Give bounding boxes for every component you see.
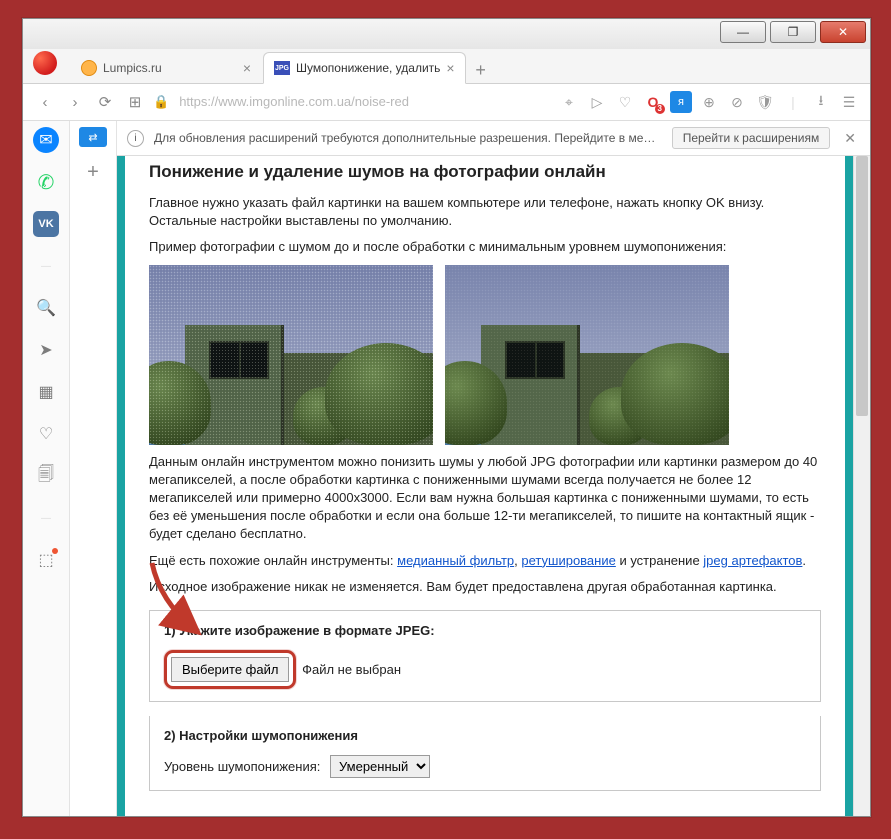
tab-strip: Lumpics.ru × JPG Шумопонижение, удалить … [23,49,870,84]
tab-close-icon[interactable]: × [243,60,251,76]
choose-file-button[interactable]: Выберите файл [171,657,289,682]
favicon-imgonline: JPG [274,61,290,75]
nav-back-button[interactable]: ‹ [33,90,57,114]
translate-panel-icon[interactable]: ⇄ [79,127,107,147]
messenger-icon[interactable]: ✉ [33,127,59,153]
tab-close-icon[interactable]: × [446,60,454,76]
url-field[interactable]: 🔒https://www.imgonline.com.ua/noise-red [153,94,552,110]
bookmark-heart-icon[interactable]: ♡ [614,91,636,113]
easy-setup-icon[interactable]: ☰ [838,91,860,113]
window-titlebar: — ❐ ✕ [23,19,870,49]
translate-extension-icon[interactable]: я [670,91,692,113]
tab-lumpics[interactable]: Lumpics.ru × [71,53,261,83]
adblock-icon[interactable]: ⊘ [726,91,748,113]
bookmarks-icon[interactable]: ♡ [33,421,59,447]
flow-send-icon[interactable]: ➤ [33,337,59,363]
step1-title: 1) Укажите изображение в формате JPEG: [164,623,806,638]
link-retouch[interactable]: ретуширование [521,553,615,568]
example-caption: Пример фотографии с шумом до и после обр… [149,238,821,256]
noise-level-label: Уровень шумопонижения: [164,759,324,774]
tab-title: Lumpics.ru [103,61,162,75]
no-file-label: Файл не выбран [302,662,401,677]
search-icon[interactable]: 🔍 [33,295,59,321]
separator: | [782,91,804,113]
nav-reload-button[interactable]: ⟳ [93,90,117,114]
intro-paragraph: Главное нужно указать файл картинки на в… [149,194,821,230]
opera-menu-button[interactable] [33,51,57,75]
description-paragraph: Данным онлайн инструментом можно понизит… [149,453,821,544]
infobar-close-icon[interactable]: ✕ [840,130,860,147]
extensions-icon[interactable]: ⬚ [33,547,59,573]
page-left-border [117,156,125,816]
window-maximize-button[interactable]: ❐ [770,21,816,43]
shield-icon[interactable]: 🛡 [754,91,776,113]
new-tab-button[interactable]: + [468,57,494,83]
sidebar-mid: ⇄ + [70,121,117,816]
notification-badge: 3 [655,104,665,114]
link-jpeg-artifacts[interactable]: jpeg артефактов [703,553,802,568]
browser-window: — ❐ ✕ Lumpics.ru × JPG Шумопонижение, уд… [22,18,871,817]
news-icon[interactable]: 🗐 [33,463,59,489]
related-tools-paragraph: Ещё есть похожие онлайн инструменты: мед… [149,552,821,570]
example-images-row [149,265,821,445]
page-area: i Для обновления расширений требуются до… [117,121,870,816]
snapshot-icon[interactable]: ⌖ [558,91,580,113]
opera-extension-icon[interactable]: O3 [642,91,664,113]
nav-forward-button[interactable]: › [63,90,87,114]
page-title: Понижение и удаление шумов на фотографии… [149,162,821,182]
note-paragraph: Исходное изображение никак не изменяется… [149,578,821,596]
address-bar: ‹ › ⟳ ⊞ 🔒https://www.imgonline.com.ua/no… [23,84,870,121]
tab-imgonline[interactable]: JPG Шумопонижение, удалить × [263,52,466,84]
vk-icon[interactable]: VK [33,211,59,237]
example-after-image [445,265,729,445]
example-before-image [149,265,433,445]
step1-box: 1) Укажите изображение в формате JPEG: В… [149,610,821,702]
downloads-icon[interactable]: ⭳ [810,91,832,113]
page-content: Понижение и удаление шумов на фотографии… [125,156,845,816]
step2-title: 2) Настройки шумопонижения [164,728,806,743]
extension-update-infobar: i Для обновления расширений требуются до… [117,121,870,156]
link-median-filter[interactable]: медианный фильтр [397,553,514,568]
vpn-globe-icon[interactable]: ⊕ [698,91,720,113]
infobar-message: Для обновления расширений требуются допо… [154,131,662,145]
scrollbar-vertical[interactable] [853,156,870,816]
favicon-lumpics [81,60,97,76]
tab-title: Шумопонижение, удалить [296,61,440,75]
noise-level-select[interactable]: Умеренный [330,755,430,778]
sidebar-left: ✉ ✆ VK — 🔍 ➤ ▦ ♡ 🗐 — ⬚ [23,121,70,816]
info-icon: i [127,130,144,147]
page-right-border [845,156,853,816]
video-popout-icon[interactable]: ▷ [586,91,608,113]
choose-file-highlight: Выберите файл [164,650,296,689]
step2-box: 2) Настройки шумопонижения Уровень шумоп… [149,716,821,791]
scrollbar-thumb[interactable] [856,156,868,416]
window-close-button[interactable]: ✕ [820,21,866,43]
speed-dial-icon[interactable]: ▦ [33,379,59,405]
lock-icon: 🔒 [153,94,169,109]
infobar-go-button[interactable]: Перейти к расширениям [672,127,831,149]
window-minimize-button[interactable]: — [720,21,766,43]
sidebar-separator: — [33,253,59,279]
add-panel-icon[interactable]: + [87,161,99,184]
sidebar-separator: — [33,505,59,531]
speed-dial-button[interactable]: ⊞ [123,90,147,114]
whatsapp-icon[interactable]: ✆ [33,169,59,195]
